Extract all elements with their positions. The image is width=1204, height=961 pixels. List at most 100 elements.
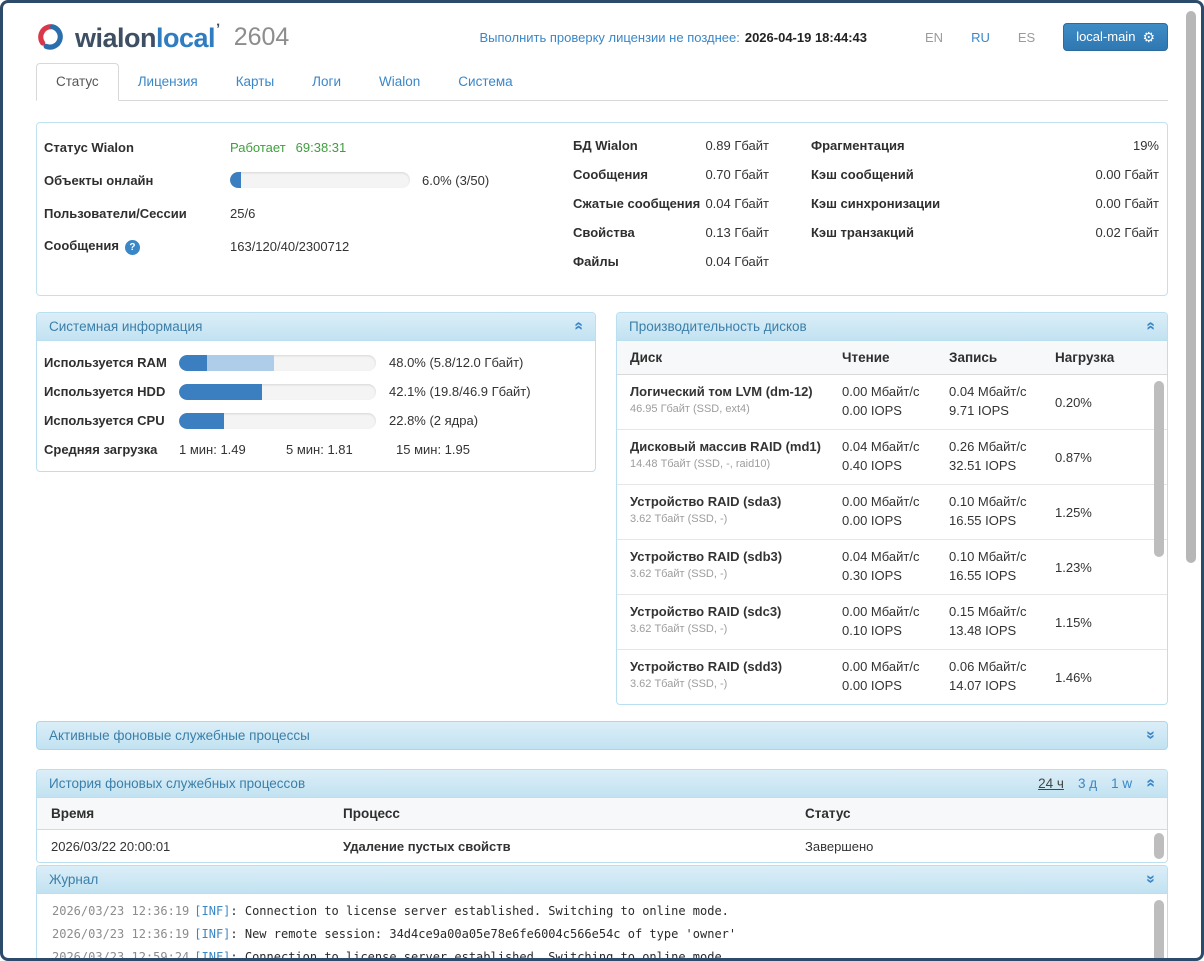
journal-entry-level: [INF] bbox=[194, 950, 230, 961]
column-write: Запись bbox=[949, 350, 1055, 365]
journal-entry-message: : New remote session: 34d4ce9a00a05e78e6… bbox=[230, 927, 736, 941]
tab-license[interactable]: Лицензия bbox=[119, 64, 217, 100]
collapse-icon[interactable]: « bbox=[571, 322, 587, 331]
disk-info: 3.62 Тбайт (SSD, -) bbox=[630, 568, 842, 580]
column-load: Нагрузка bbox=[1055, 350, 1149, 365]
system-info-header[interactable]: Системная информация « bbox=[37, 313, 595, 341]
disk-write-cell: 0.26 Мбайт/с 32.51 IOPS bbox=[949, 438, 1055, 476]
process-history-header[interactable]: История фоновых служебных процессов 24 ч… bbox=[37, 770, 1167, 798]
status-right-columns: БД Wialon 0.89 Гбайт Сообщения 0.70 Гбай… bbox=[573, 137, 1159, 283]
disk-name: Устройство RAID (sdd3) bbox=[630, 658, 842, 675]
disk-write-iops: 14.07 IOPS bbox=[949, 677, 1055, 694]
load-15min: 15 мин: 1.95 bbox=[396, 442, 470, 457]
disk-name-cell: Устройство RAID (sdc3) 3.62 Тбайт (SSD, … bbox=[630, 603, 842, 641]
gear-icon: ⚙ bbox=[1142, 30, 1155, 44]
journal-header[interactable]: Журнал « bbox=[37, 866, 1167, 894]
hdd-usage-row: Используется HDD 42.1% (19.8/46.9 Гбайт) bbox=[44, 377, 581, 406]
disk-read-iops: 0.40 IOPS bbox=[842, 457, 949, 474]
disk-name-cell: Устройство RAID (sdb3) 3.62 Тбайт (SSD, … bbox=[630, 548, 842, 586]
users-sessions-row: Пользователи/Сессии 25/6 bbox=[44, 203, 573, 223]
collapse-icon[interactable]: « bbox=[1143, 322, 1159, 331]
disk-write-speed: 0.10 Мбайт/с bbox=[949, 493, 1055, 510]
stat-value: 19% bbox=[1133, 138, 1159, 156]
journal-scrollbar[interactable] bbox=[1154, 900, 1164, 961]
tab-maps[interactable]: Карты bbox=[217, 64, 293, 100]
cache-stats-column: Фрагментация 19% Кэш сообщений 0.00 Гбай… bbox=[811, 138, 1159, 283]
history-table-header: Время Процесс Статус bbox=[37, 798, 1167, 830]
history-time: 2026/03/22 20:00:01 bbox=[51, 839, 343, 854]
tab-wialon[interactable]: Wialon bbox=[360, 64, 439, 100]
brand: wialonlocalʼ 2604 bbox=[36, 21, 289, 54]
disk-name: Устройство RAID (sda3) bbox=[630, 493, 842, 510]
collapse-icon[interactable]: « bbox=[1143, 779, 1159, 788]
stat-label: Свойства bbox=[573, 225, 635, 243]
lang-ru[interactable]: RU bbox=[971, 30, 990, 45]
status-left-column: Статус Wialon Работает69:38:31 Объекты о… bbox=[44, 137, 573, 283]
hdd-usage-fill bbox=[179, 384, 262, 400]
history-status: Завершено bbox=[805, 839, 1153, 854]
page-content: wialonlocalʼ 2604 Выполнить проверку лиц… bbox=[36, 3, 1168, 961]
cpu-usage-label: Используется CPU bbox=[44, 413, 175, 428]
active-processes-section[interactable]: Активные фоновые служебные процессы « bbox=[36, 721, 1168, 750]
disk-info: 3.62 Тбайт (SSD, -) bbox=[630, 678, 842, 690]
ram-used-fill bbox=[179, 355, 207, 371]
app-window: wialonlocalʼ 2604 Выполнить проверку лиц… bbox=[0, 0, 1204, 961]
disk-load: 1.25% bbox=[1055, 505, 1149, 520]
disk-write-speed: 0.15 Мбайт/с bbox=[949, 603, 1055, 620]
load-5min: 5 мин: 1.81 bbox=[286, 442, 396, 457]
history-range-controls: 24 ч 3 д 1 w « bbox=[1038, 775, 1155, 791]
brand-version: 2604 bbox=[234, 23, 290, 52]
disk-table-header: Диск Чтение Запись Нагрузка bbox=[617, 341, 1167, 375]
process-history-title: История фоновых служебных процессов bbox=[49, 776, 305, 791]
expand-icon[interactable]: « bbox=[1143, 731, 1159, 740]
disk-read-speed: 0.04 Мбайт/с bbox=[842, 548, 949, 565]
range-24h-link[interactable]: 24 ч bbox=[1038, 776, 1064, 791]
disk-write-cell: 0.10 Мбайт/с 16.55 IOPS bbox=[949, 493, 1055, 531]
tab-system[interactable]: Система bbox=[439, 64, 531, 100]
range-1w-link[interactable]: 1 w bbox=[1111, 776, 1132, 791]
cpu-usage-fill bbox=[179, 413, 224, 429]
ram-usage-progressbar bbox=[179, 355, 376, 371]
ram-usage-label: Используется RAM bbox=[44, 355, 175, 370]
stat-label: Сжатые сообщения bbox=[573, 196, 700, 214]
expand-icon[interactable]: « bbox=[1143, 875, 1159, 884]
help-icon[interactable]: ? bbox=[125, 240, 140, 255]
brand-name: wialonlocalʼ bbox=[75, 21, 220, 54]
license-check-link[interactable]: Выполнить проверку лицензии не позднее: bbox=[480, 30, 740, 45]
main-tabs: Статус Лицензия Карты Логи Wialon Систем… bbox=[36, 63, 1168, 101]
disk-read-cell: 0.04 Мбайт/с 0.30 IOPS bbox=[842, 548, 949, 586]
history-table-scrollbar[interactable] bbox=[1154, 833, 1164, 859]
range-3d-link[interactable]: 3 д bbox=[1078, 776, 1097, 791]
disk-name-cell: Устройство RAID (sdd3) 3.62 Тбайт (SSD, … bbox=[630, 658, 842, 696]
disk-info: 3.62 Тбайт (SSD, -) bbox=[630, 623, 842, 635]
system-info-panel: Системная информация « Используется RAM … bbox=[36, 312, 596, 472]
disk-table-scrollbar[interactable] bbox=[1154, 381, 1164, 557]
tab-status[interactable]: Статус bbox=[36, 63, 119, 101]
disk-row: Устройство RAID (sdd3) 3.62 Тбайт (SSD, … bbox=[617, 650, 1167, 704]
hdd-usage-progressbar bbox=[179, 384, 376, 400]
wialon-status-row: Статус Wialon Работает69:38:31 bbox=[44, 137, 573, 157]
cache-stat-row: Фрагментация 19% bbox=[811, 138, 1159, 156]
cache-stat-row: Кэш транзакций 0.02 Гбайт bbox=[811, 225, 1159, 243]
load-average-values: 1 мин: 1.495 мин: 1.8115 мин: 1.95 bbox=[179, 442, 470, 457]
journal-panel: Журнал « 2026/03/23 12:36:19[INF]: Conne… bbox=[36, 865, 1168, 961]
disk-read-cell: 0.00 Мбайт/с 0.10 IOPS bbox=[842, 603, 949, 641]
account-button[interactable]: local-main ⚙ bbox=[1063, 23, 1168, 51]
load-average-row: Средняя загрузка 1 мин: 1.495 мин: 1.811… bbox=[44, 435, 581, 464]
disk-name-cell: Дисковый массив RAID (md1) 14.48 Тбайт (… bbox=[630, 438, 842, 476]
tab-logs[interactable]: Логи bbox=[293, 64, 360, 100]
page-scrollbar[interactable] bbox=[1184, 6, 1198, 955]
disk-read-iops: 0.00 IOPS bbox=[842, 677, 949, 694]
journal-entry-message: : Connection to license server establish… bbox=[230, 904, 729, 918]
stat-label: Кэш синхронизации bbox=[811, 196, 940, 214]
page-scrollbar-thumb[interactable] bbox=[1186, 11, 1196, 563]
wialon-uptime: 69:38:31 bbox=[296, 140, 347, 155]
disk-performance-header[interactable]: Производительность дисков « bbox=[617, 313, 1167, 341]
disk-performance-title: Производительность дисков bbox=[629, 319, 807, 334]
disk-write-iops: 13.48 IOPS bbox=[949, 622, 1055, 639]
load-1min: 1 мин: 1.49 bbox=[179, 442, 286, 457]
stat-label: Кэш транзакций bbox=[811, 225, 914, 243]
disk-read-iops: 0.30 IOPS bbox=[842, 567, 949, 584]
lang-es[interactable]: ES bbox=[1018, 30, 1035, 45]
lang-en[interactable]: EN bbox=[925, 30, 943, 45]
